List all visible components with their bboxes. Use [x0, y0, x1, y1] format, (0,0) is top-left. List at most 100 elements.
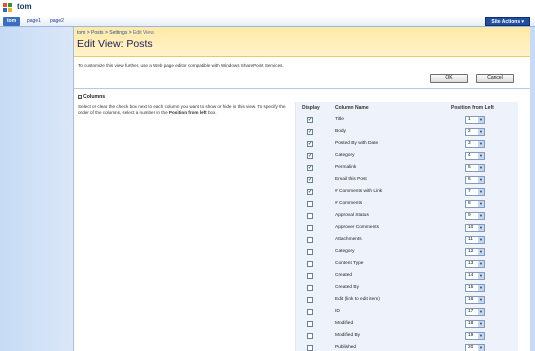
tab-page2[interactable]: page2 [46, 17, 68, 26]
position-value: 19 [468, 333, 474, 338]
display-checkbox[interactable] [307, 201, 313, 207]
chevron-down-icon[interactable]: ▼ [478, 177, 484, 183]
position-select[interactable]: 6 ▼ [465, 176, 485, 184]
position-select[interactable]: 12 ▼ [465, 248, 485, 256]
chevron-down-icon[interactable]: ▼ [478, 213, 484, 219]
breadcrumb-separator: > [86, 30, 90, 36]
position-select[interactable]: 17 ▼ [465, 308, 485, 316]
position-select[interactable]: 7 ▼ [465, 188, 485, 196]
column-name: Email this Post [335, 177, 367, 182]
column-row: ✓ # Comments with Link 7 ▼ [74, 187, 530, 199]
breadcrumb-tom[interactable]: tom [77, 30, 85, 36]
position-select[interactable]: 16 ▼ [465, 296, 485, 304]
breadcrumb-settings[interactable]: Settings [109, 30, 127, 36]
tab-bar: tom page1 page2 Site Actions ▾ [0, 16, 535, 27]
chevron-down-icon[interactable]: ▼ [478, 153, 484, 159]
chevron-down-icon[interactable]: ▼ [478, 165, 484, 171]
position-select[interactable]: 11 ▼ [465, 236, 485, 244]
display-checkbox[interactable] [307, 321, 313, 327]
position-select[interactable]: 20 ▼ [465, 344, 485, 351]
chevron-down-icon[interactable]: ▼ [478, 189, 484, 195]
chevron-down-icon[interactable]: ▼ [478, 285, 484, 291]
position-select[interactable]: 5 ▼ [465, 164, 485, 172]
tab-tom[interactable]: tom [3, 17, 21, 26]
display-checkbox[interactable] [307, 345, 313, 351]
display-checkbox[interactable]: ✓ [307, 117, 313, 123]
display-checkbox[interactable] [307, 309, 313, 315]
position-value: 9 [468, 213, 471, 218]
column-row: ID 17 ▼ [74, 307, 530, 319]
title-area: tom > Posts > Settings > Edit View Edit … [74, 27, 530, 57]
position-select[interactable]: 9 ▼ [465, 212, 485, 220]
display-checkbox[interactable] [307, 285, 313, 291]
display-checkbox[interactable] [307, 333, 313, 339]
position-select[interactable]: 14 ▼ [465, 272, 485, 280]
chevron-down-icon[interactable]: ▼ [478, 345, 484, 351]
display-checkbox[interactable] [307, 261, 313, 267]
column-row: Category 12 ▼ [74, 247, 530, 259]
chevron-down-icon[interactable]: ▼ [478, 273, 484, 279]
display-checkbox[interactable]: ✓ [307, 165, 313, 171]
chevron-down-icon[interactable]: ▼ [478, 321, 484, 327]
chevron-down-icon[interactable]: ▼ [478, 201, 484, 207]
position-select[interactable]: 3 ▼ [465, 140, 485, 148]
chevron-down-icon[interactable]: ▼ [478, 297, 484, 303]
position-value: 16 [468, 297, 474, 302]
chevron-down-icon[interactable]: ▼ [478, 333, 484, 339]
chevron-down-icon[interactable]: ▼ [478, 237, 484, 243]
display-checkbox[interactable] [307, 225, 313, 231]
display-checkbox[interactable] [307, 273, 313, 279]
position-select[interactable]: 10 ▼ [465, 224, 485, 232]
columns-desc-text-end: box. [206, 109, 217, 115]
display-checkbox[interactable] [307, 237, 313, 243]
site-title[interactable]: tom [17, 2, 32, 11]
chevron-down-icon[interactable]: ▼ [478, 117, 484, 123]
chevron-down-icon[interactable]: ▼ [478, 141, 484, 147]
position-select[interactable]: 13 ▼ [465, 260, 485, 268]
column-row: Created By 15 ▼ [74, 283, 530, 295]
column-name: Modified By [335, 333, 361, 338]
columns-section-header[interactable]: - Columns [78, 94, 105, 100]
chevron-down-icon[interactable]: ▼ [478, 129, 484, 135]
display-checkbox[interactable] [307, 213, 313, 219]
position-select[interactable]: 2 ▼ [465, 128, 485, 136]
position-value: 6 [468, 177, 471, 182]
chevron-down-icon[interactable]: ▼ [478, 261, 484, 267]
display-checkbox[interactable]: ✓ [307, 189, 313, 195]
breadcrumb-posts[interactable]: Posts [91, 30, 104, 36]
position-select[interactable]: 4 ▼ [465, 152, 485, 160]
position-select[interactable]: 8 ▼ [465, 200, 485, 208]
display-checkbox[interactable] [307, 249, 313, 255]
chevron-down-icon[interactable]: ▼ [478, 225, 484, 231]
breadcrumb-separator: > [128, 30, 132, 36]
position-value: 12 [468, 249, 474, 254]
column-name-header: Column Name [335, 105, 369, 111]
tab-page1[interactable]: page1 [23, 17, 45, 26]
display-checkbox[interactable] [307, 297, 313, 303]
position-select[interactable]: 1 ▼ [465, 116, 485, 124]
display-checkbox[interactable]: ✓ [307, 129, 313, 135]
site-actions-menu[interactable]: Site Actions ▾ [485, 17, 530, 26]
position-select[interactable]: 18 ▼ [465, 320, 485, 328]
columns-section-description: Select or clear the check box next to ea… [78, 104, 290, 115]
position-select[interactable]: 19 ▼ [465, 332, 485, 340]
column-row: Approver Comments 10 ▼ [74, 223, 530, 235]
column-name: Category [335, 249, 355, 254]
display-checkbox[interactable]: ✓ [307, 141, 313, 147]
display-checkbox[interactable]: ✓ [307, 153, 313, 159]
column-name: Approval Status [335, 213, 369, 218]
left-navigation [0, 27, 74, 351]
position-value: 17 [468, 309, 474, 314]
collapse-toggle-icon[interactable]: - [78, 94, 82, 99]
chevron-down-icon[interactable]: ▼ [478, 309, 484, 315]
column-name: Edit (link to edit item) [335, 297, 380, 302]
cancel-button[interactable]: Cancel [476, 74, 514, 83]
column-name: Attachments [335, 237, 362, 242]
display-checkbox[interactable]: ✓ [307, 177, 313, 183]
column-name: Body [335, 129, 346, 134]
ok-button[interactable]: OK [430, 74, 468, 83]
column-name: Modified [335, 321, 354, 326]
chevron-down-icon[interactable]: ▼ [478, 249, 484, 255]
column-name: Category [335, 153, 355, 158]
position-select[interactable]: 15 ▼ [465, 284, 485, 292]
